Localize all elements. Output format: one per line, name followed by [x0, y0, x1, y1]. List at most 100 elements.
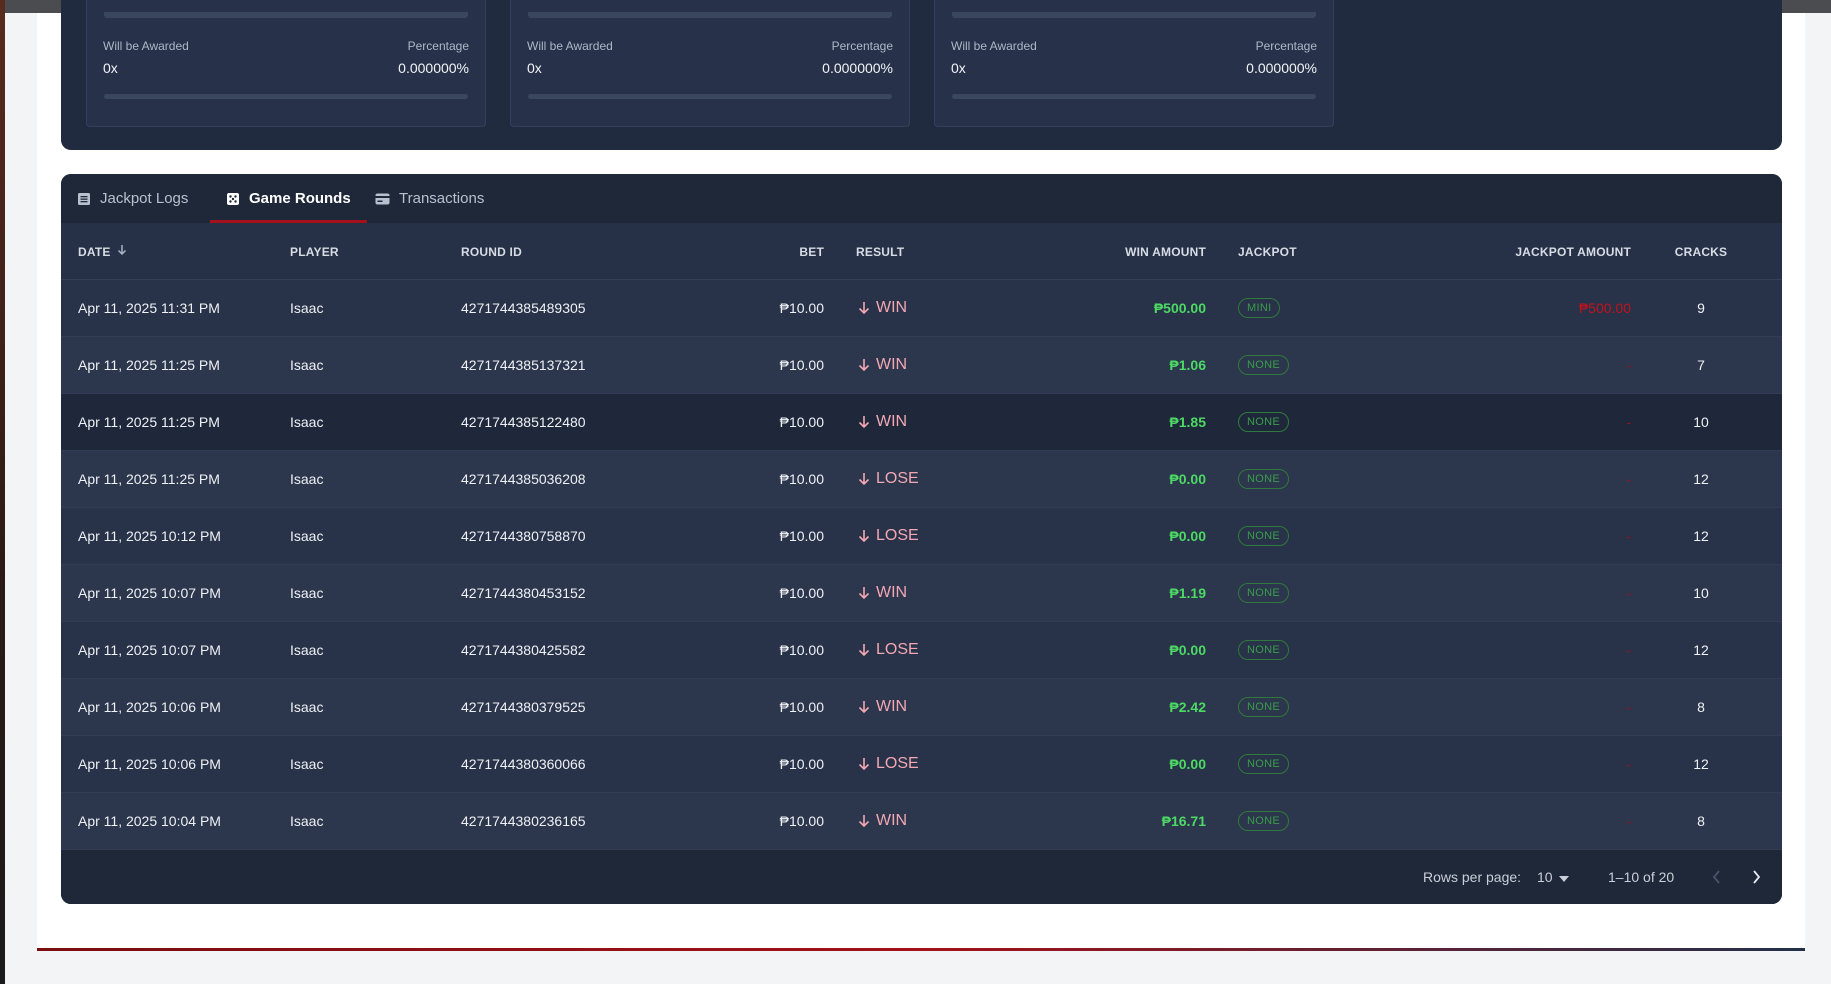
tab-transactions[interactable]: Transactions: [359, 174, 500, 223]
cell-date: Apr 11, 2025 10:04 PM: [78, 813, 221, 829]
column-header-player[interactable]: PLAYER: [290, 223, 440, 280]
cell-result: WIN: [858, 337, 907, 393]
jackpot-card: Will be Awarded Percentage 0x 0.000000%: [510, 0, 910, 127]
cell-cracks: 7: [1697, 357, 1705, 373]
progress-bar: [104, 94, 468, 99]
table-row[interactable]: Apr 11, 2025 10:07 PM Isaac 42717443804531…: [61, 565, 1782, 622]
percentage-label: Percentage: [1255, 39, 1317, 53]
table-row[interactable]: Apr 11, 2025 11:25 PM Isaac 42717443850362…: [61, 451, 1782, 508]
result-label: LOSE: [876, 641, 919, 658]
tab-label: Game Rounds: [249, 190, 351, 207]
column-header-win-amount[interactable]: WIN AMOUNT: [1061, 223, 1206, 280]
column-header-result[interactable]: RESULT: [856, 223, 976, 280]
cell-bet: ₱10.00: [779, 414, 824, 430]
cell-result: WIN: [858, 793, 907, 849]
cell-player: Isaac: [290, 813, 324, 829]
result-label: LOSE: [876, 527, 919, 544]
pagination-bar: Rows per page: 10 1–10 of 20: [61, 850, 1782, 904]
table-row[interactable]: Apr 11, 2025 10:12 PM Isaac 42717443807588…: [61, 508, 1782, 565]
rows-per-page-label: Rows per page:: [1423, 869, 1522, 885]
awarded-value: 0x: [527, 60, 542, 76]
arrow-down-icon: [117, 244, 127, 259]
cell-cracks: 9: [1697, 300, 1705, 316]
cell-round-id: 4271744380236165: [461, 813, 586, 829]
card-icon: [375, 193, 390, 205]
arrow-down-icon: [858, 415, 870, 429]
game-rounds-panel: Jackpot Logs Game Rounds Transactions DA…: [61, 174, 1782, 904]
cell-date: Apr 11, 2025 11:25 PM: [78, 414, 220, 430]
cell-round-id: 4271744385137321: [461, 357, 586, 373]
awarded-label: Will be Awarded: [951, 39, 1037, 53]
pagination-range: 1–10 of 20: [1608, 869, 1675, 885]
cell-jackpot-amount: -: [1626, 756, 1631, 772]
arrow-down-icon: [858, 700, 870, 714]
cell-jackpot: NONE: [1238, 679, 1289, 735]
jackpot-card: Will be Awarded Percentage 0x 0.000000%: [86, 0, 486, 127]
cell-jackpot-amount: -: [1626, 528, 1631, 544]
percentage-label: Percentage: [831, 39, 893, 53]
jackpot-badge: NONE: [1238, 754, 1289, 774]
column-header-date[interactable]: DATE: [78, 223, 258, 280]
tab-label: Transactions: [399, 190, 485, 207]
jackpot-badge: NONE: [1238, 526, 1289, 546]
tab-jackpot-logs[interactable]: Jackpot Logs: [61, 174, 204, 223]
cell-result: LOSE: [858, 451, 919, 507]
cell-date: Apr 11, 2025 11:31 PM: [78, 300, 220, 316]
rows-per-page-select[interactable]: 10: [1537, 850, 1569, 904]
cell-round-id: 4271744380360066: [461, 756, 586, 772]
column-header-bet[interactable]: BET: [661, 223, 824, 280]
cell-jackpot: NONE: [1238, 394, 1289, 450]
column-header-jackpot[interactable]: JACKPOT: [1238, 223, 1358, 280]
column-header-round-id[interactable]: ROUND ID: [461, 223, 661, 280]
table-row[interactable]: Apr 11, 2025 11:25 PM Isaac 42717443851224…: [61, 394, 1782, 451]
cell-bet: ₱10.00: [779, 585, 824, 601]
table-row[interactable]: Apr 11, 2025 10:04 PM Isaac 42717443802361…: [61, 793, 1782, 850]
table-row[interactable]: Apr 11, 2025 10:06 PM Isaac 42717443803795…: [61, 679, 1782, 736]
cell-cracks: 10: [1693, 414, 1709, 430]
result-label: LOSE: [876, 755, 919, 772]
cell-jackpot: NONE: [1238, 451, 1289, 507]
column-header-cracks[interactable]: CRACKS: [1651, 223, 1751, 280]
table-row[interactable]: Apr 11, 2025 10:07 PM Isaac 42717443804255…: [61, 622, 1782, 679]
cell-jackpot: NONE: [1238, 508, 1289, 564]
table-body: Apr 11, 2025 11:31 PM Isaac 42717443854893…: [61, 280, 1782, 850]
table-row[interactable]: Apr 11, 2025 11:25 PM Isaac 42717443851373…: [61, 337, 1782, 394]
cell-date: Apr 11, 2025 10:12 PM: [78, 528, 221, 544]
cell-cracks: 12: [1693, 471, 1709, 487]
result-label: WIN: [876, 584, 908, 601]
cell-win-amount: ₱16.71: [1161, 813, 1206, 829]
chevron-left-icon[interactable]: [1712, 850, 1721, 904]
cell-date: Apr 11, 2025 10:07 PM: [78, 585, 221, 601]
cell-jackpot-amount: -: [1626, 357, 1631, 373]
cell-bet: ₱10.00: [779, 357, 824, 373]
cell-cracks: 8: [1697, 699, 1705, 715]
cell-result: WIN: [858, 280, 907, 336]
cell-jackpot: NONE: [1238, 793, 1289, 849]
arrow-down-icon: [858, 586, 870, 600]
jackpot-badge: NONE: [1238, 697, 1289, 717]
cell-jackpot: NONE: [1238, 565, 1289, 621]
result-label: WIN: [876, 812, 908, 829]
arrow-down-icon: [858, 472, 870, 486]
table-row[interactable]: Apr 11, 2025 10:06 PM Isaac 42717443803600…: [61, 736, 1782, 793]
cell-player: Isaac: [290, 357, 324, 373]
result-label: WIN: [876, 413, 908, 430]
table-row[interactable]: Apr 11, 2025 11:31 PM Isaac 42717443854893…: [61, 280, 1782, 337]
column-header-jackpot-amount[interactable]: JACKPOT AMOUNT: [1441, 223, 1631, 280]
cell-date: Apr 11, 2025 11:25 PM: [78, 357, 220, 373]
cell-player: Isaac: [290, 414, 324, 430]
cell-player: Isaac: [290, 642, 324, 658]
progress-bar: [528, 94, 892, 99]
cell-date: Apr 11, 2025 11:25 PM: [78, 471, 220, 487]
chevron-right-icon[interactable]: [1752, 850, 1761, 904]
cell-jackpot: NONE: [1238, 736, 1289, 792]
arrow-down-icon: [858, 757, 870, 771]
tab-bar: Jackpot Logs Game Rounds Transactions: [61, 174, 1782, 223]
arrow-down-icon: [858, 358, 870, 372]
result-label: LOSE: [876, 470, 919, 487]
tab-game-rounds[interactable]: Game Rounds: [210, 174, 367, 223]
percentage-value: 0.000000%: [398, 60, 469, 76]
cell-win-amount: ₱0.00: [1169, 471, 1206, 487]
percentage-value: 0.000000%: [1246, 60, 1317, 76]
cell-cracks: 12: [1693, 642, 1709, 658]
